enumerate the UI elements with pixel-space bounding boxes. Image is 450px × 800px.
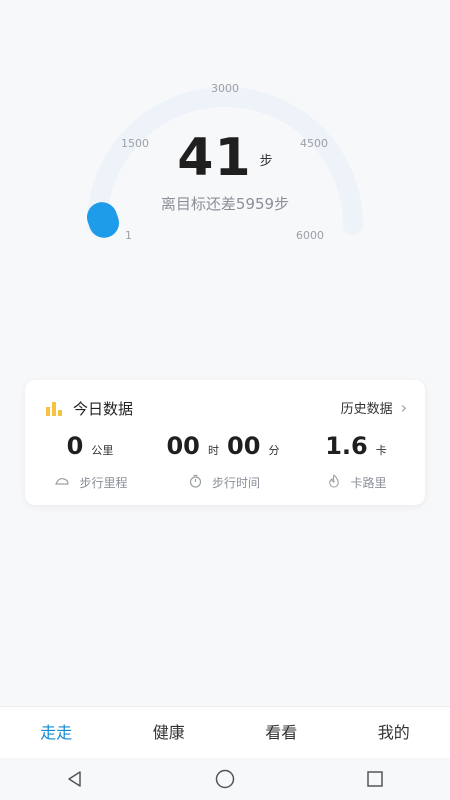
tab-watch[interactable]: 看看 — [225, 707, 338, 759]
history-data-label: 历史数据 — [340, 402, 393, 417]
step-gauge: 3000 1500 4500 1 6000 41 步 离目标还差5959步 — [0, 0, 450, 300]
tick-6000: 6000 — [296, 229, 324, 242]
calories-value: 1.6 — [325, 432, 368, 460]
card-title: 今日数据 — [73, 400, 134, 418]
step-count-unit: 步 — [259, 154, 273, 169]
goal-remaining-text: 离目标还差5959步 — [160, 195, 290, 213]
chevron-right-icon: › — [400, 398, 407, 417]
distance-unit: 公里 — [91, 444, 114, 457]
metric-walk-time: 00 时 00 分 步行时间 — [158, 432, 291, 491]
metric-calories: 1.6 卡 卡路里 — [291, 432, 424, 491]
bar-chart-icon — [46, 401, 62, 416]
back-icon[interactable] — [55, 759, 95, 799]
shoe-icon — [55, 475, 70, 490]
tick-3000: 3000 — [211, 82, 239, 95]
tick-1: 1 — [125, 229, 132, 242]
hours-unit: 时 — [207, 444, 219, 457]
minutes-value: 00 — [227, 432, 261, 460]
walk-time-label: 步行时间 — [211, 476, 260, 490]
stopwatch-icon — [189, 474, 202, 491]
bottom-tab-bar: 走走 健康 看看 我的 — [0, 706, 450, 759]
metric-distance: 0 公里 步行里程 — [25, 432, 158, 491]
hours-value: 00 — [166, 432, 200, 460]
calories-label: 卡路里 — [350, 476, 387, 490]
recents-icon[interactable] — [355, 759, 395, 799]
tab-mine[interactable]: 我的 — [338, 707, 450, 759]
card-header: 今日数据 — [45, 398, 133, 419]
system-nav-bar — [0, 758, 450, 800]
distance-value: 0 — [66, 432, 84, 460]
distance-label: 步行里程 — [79, 476, 128, 490]
flame-icon — [328, 473, 340, 491]
today-data-card: 今日数据 历史数据 › 0 公里 步行里程 00 时 00 分 步行时间 1.6… — [25, 380, 425, 505]
tab-walk[interactable]: 走走 — [0, 707, 113, 759]
step-count: 41 步 — [0, 128, 450, 188]
home-icon[interactable] — [205, 759, 245, 799]
history-data-link[interactable]: 历史数据 › — [341, 398, 407, 417]
step-count-value: 41 — [177, 128, 252, 188]
tab-health[interactable]: 健康 — [113, 707, 226, 759]
calories-unit: 卡 — [375, 444, 387, 457]
minutes-unit: 分 — [268, 444, 280, 457]
